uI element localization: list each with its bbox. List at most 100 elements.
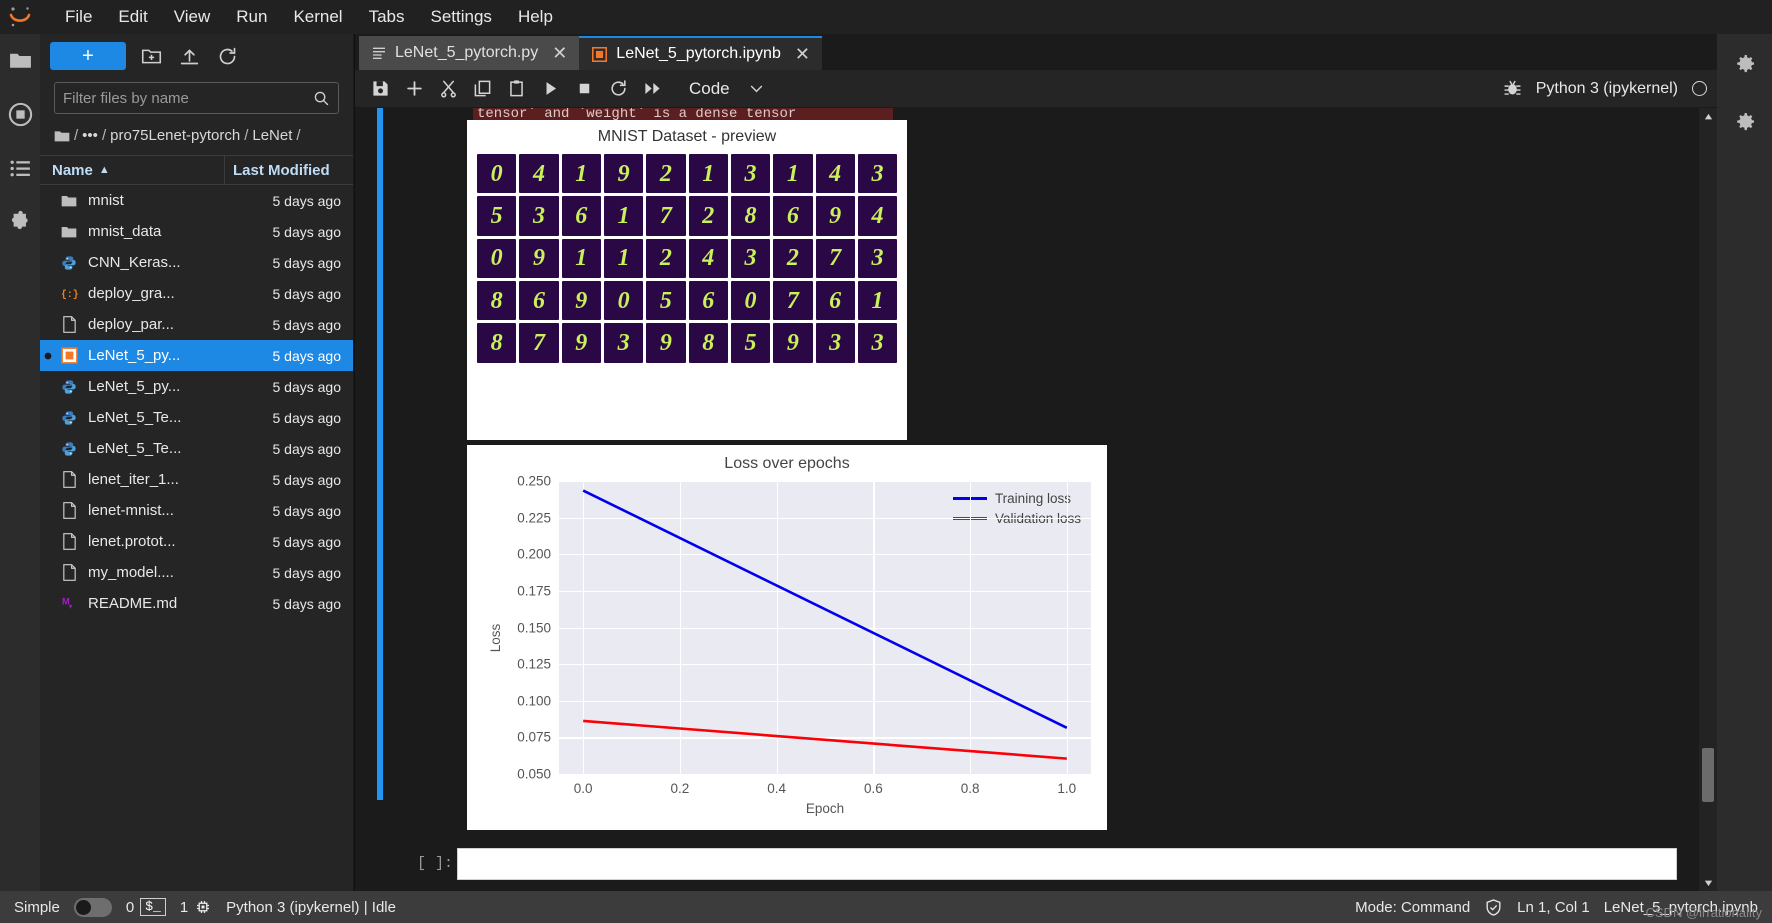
- svg-text:M: M: [62, 597, 70, 607]
- breadcrumb-pro75lenet-pytorch[interactable]: pro75Lenet-pytorch: [110, 124, 240, 147]
- search-input[interactable]: [63, 89, 313, 107]
- mnist-digit: 8: [477, 280, 517, 321]
- new-folder-icon[interactable]: [138, 43, 164, 69]
- file-name: mnist_data: [88, 223, 162, 241]
- code-editor-input[interactable]: [457, 848, 1677, 880]
- running-terminals-icon[interactable]: [6, 100, 34, 128]
- simple-interface-toggle[interactable]: [73, 897, 112, 917]
- mnist-digit: 9: [603, 154, 644, 194]
- mnist-digit: 8: [688, 323, 728, 363]
- file-list-item[interactable]: my_model.... 5 days ago: [40, 557, 353, 588]
- file-list-item[interactable]: lenet-mnist... 5 days ago: [40, 495, 353, 526]
- upload-icon[interactable]: [176, 43, 202, 69]
- chart-line-training-loss: [582, 489, 1068, 730]
- cell-type-select[interactable]: Code: [681, 76, 738, 102]
- scroll-up-icon[interactable]: [1699, 108, 1717, 126]
- file-name: LeNet_5_py...: [88, 378, 181, 396]
- menu-tabs[interactable]: Tabs: [356, 4, 418, 30]
- file-list-item[interactable]: deploy_par... 5 days ago: [40, 309, 353, 340]
- mnist-digit: 6: [773, 196, 813, 236]
- file-list-item[interactable]: mnist_data 5 days ago: [40, 216, 353, 247]
- column-header-last-modified[interactable]: Last Modified: [225, 162, 353, 179]
- filter-files-box[interactable]: [54, 82, 339, 114]
- tab-lenet5-pytorch-ipynb[interactable]: LeNet_5_pytorch.ipynb ✕: [579, 36, 822, 70]
- mnist-digit: 1: [561, 238, 601, 278]
- menu-file[interactable]: File: [52, 4, 105, 30]
- menu-view[interactable]: View: [161, 4, 224, 30]
- puzzle-icon[interactable]: [6, 208, 34, 236]
- folder-icon[interactable]: [6, 46, 34, 74]
- mnist-digit: 1: [603, 196, 644, 236]
- file-list-item[interactable]: LeNet_5_py... 5 days ago: [40, 371, 353, 402]
- file-list-item[interactable]: LeNet_5_Te... 5 days ago: [40, 402, 353, 433]
- file-list-item[interactable]: CNN_Keras... 5 days ago: [40, 247, 353, 278]
- kernel-name[interactable]: Python 3 (ipykernel): [1536, 80, 1678, 98]
- file-name: deploy_gra...: [88, 285, 175, 303]
- bug-icon[interactable]: [1503, 79, 1522, 98]
- breadcrumb-root[interactable]: /: [74, 124, 78, 147]
- scrollbar-thumb[interactable]: [1702, 748, 1714, 802]
- menu-kernel[interactable]: Kernel: [280, 4, 355, 30]
- kernel-status-text[interactable]: Python 3 (ipykernel) | Idle: [226, 899, 396, 916]
- file-list-item[interactable]: LeNet_5_Te... 5 days ago: [40, 433, 353, 464]
- menu-run[interactable]: Run: [223, 4, 280, 30]
- kernel-count-value: 1: [179, 898, 189, 916]
- kernel-count[interactable]: 1: [180, 898, 212, 916]
- run-cell-button[interactable]: [535, 74, 565, 104]
- status-bar: Simple 0 $_ 1 Python 3 (ipykernel) | Idl…: [0, 891, 1772, 923]
- file-list-item[interactable]: lenet_iter_1... 5 days ago: [40, 464, 353, 495]
- new-launcher-button[interactable]: +: [50, 42, 126, 70]
- mnist-digit: 8: [730, 196, 771, 236]
- chart-series-layer: [582, 489, 1068, 760]
- menu-edit[interactable]: Edit: [105, 4, 160, 30]
- mnist-digit: 5: [730, 323, 771, 363]
- scroll-down-icon[interactable]: [1699, 873, 1717, 891]
- list-icon[interactable]: [6, 154, 34, 182]
- mnist-digit: 4: [857, 196, 898, 236]
- notebook-scroll-area[interactable]: tensor` and `weight` is a dense tensor M…: [355, 108, 1699, 891]
- copy-cell-button[interactable]: [467, 74, 497, 104]
- file-list: mnist 5 days ago mnist_data 5 days ago CNN_K…: [40, 185, 353, 891]
- mnist-digit: 6: [688, 280, 728, 321]
- input-collapser[interactable]: [377, 108, 383, 800]
- menu-settings[interactable]: Settings: [418, 4, 505, 30]
- refresh-icon[interactable]: [214, 43, 240, 69]
- shield-check-icon[interactable]: [1484, 898, 1503, 917]
- file-list-item[interactable]: mnist 5 days ago: [40, 185, 353, 216]
- restart-and-run-all-button[interactable]: [637, 74, 667, 104]
- mnist-digit: 9: [646, 323, 686, 363]
- running-indicator-dot: [40, 352, 56, 360]
- menu-help[interactable]: Help: [505, 4, 566, 30]
- file-name: lenet-mnist...: [88, 502, 174, 520]
- mnist-digit: 2: [688, 196, 728, 236]
- gear-icon[interactable]: [1731, 50, 1759, 78]
- gear-icon[interactable]: [1731, 108, 1759, 136]
- restart-kernel-button[interactable]: [603, 74, 633, 104]
- file-list-item[interactable]: lenet.protot... 5 days ago: [40, 526, 353, 557]
- file-list-item[interactable]: {:} deploy_gra... 5 days ago: [40, 278, 353, 309]
- breadcrumb-lenet[interactable]: LeNet: [252, 124, 292, 147]
- home-folder-icon[interactable]: [54, 129, 70, 143]
- terminal-count[interactable]: 0 $_: [126, 898, 166, 916]
- close-icon[interactable]: ✕: [795, 44, 810, 65]
- empty-code-cell[interactable]: [ ]:: [417, 848, 1677, 882]
- breadcrumb-ellipsis[interactable]: •••: [82, 124, 98, 147]
- mnist-digit: 4: [519, 154, 559, 194]
- tab-lenet5-pytorch-py[interactable]: LeNet_5_pytorch.py ✕: [359, 36, 580, 70]
- file-list-item[interactable]: LeNet_5_py... 5 days ago: [40, 340, 353, 372]
- mnist-digit: 3: [857, 154, 898, 194]
- save-button[interactable]: [365, 74, 395, 104]
- paste-cell-button[interactable]: [501, 74, 531, 104]
- insert-cell-button[interactable]: [399, 74, 429, 104]
- column-header-name[interactable]: Name ▲: [40, 156, 225, 185]
- file-list-item[interactable]: M README.md 5 days ago: [40, 588, 353, 619]
- vertical-scrollbar[interactable]: [1699, 108, 1717, 891]
- chevron-down-icon[interactable]: [742, 74, 772, 104]
- interrupt-kernel-button[interactable]: [569, 74, 599, 104]
- file-name: my_model....: [88, 564, 174, 582]
- kernel-status-indicator[interactable]: [1692, 81, 1707, 96]
- jupyter-logo-icon: [0, 0, 40, 34]
- mnist-digit-grid: 0419213143536172869409112432738690560761…: [467, 146, 907, 373]
- close-icon[interactable]: ✕: [552, 43, 567, 64]
- cut-cell-button[interactable]: [433, 74, 463, 104]
